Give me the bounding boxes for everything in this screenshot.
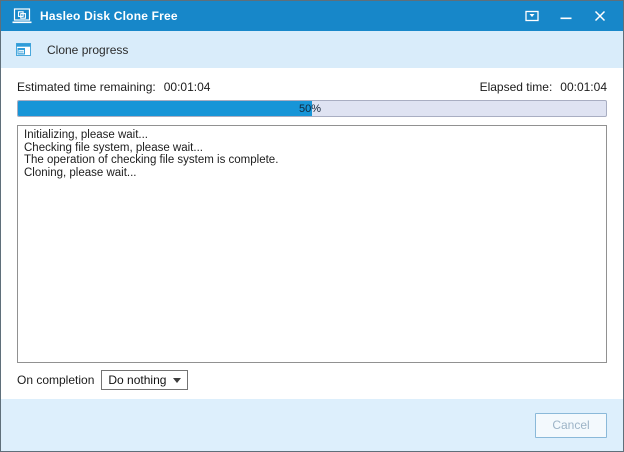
cancel-button[interactable]: Cancel xyxy=(535,412,607,438)
elapsed-time-label: Elapsed time: xyxy=(479,80,553,94)
on-completion-selected: Do nothing xyxy=(108,373,167,387)
minimize-button[interactable] xyxy=(549,1,583,31)
window-menu-icon xyxy=(525,10,539,22)
progress-bar: 50% xyxy=(17,100,607,117)
elapsed-time-value: 00:01:04 xyxy=(560,80,607,94)
titlebar: Hasleo Disk Clone Free xyxy=(1,1,623,31)
footer-bar: Cancel xyxy=(1,399,623,451)
log-line: The operation of checking file system is… xyxy=(24,154,279,166)
estimated-time-value: 00:01:04 xyxy=(163,80,211,94)
page-title: Clone progress xyxy=(47,42,129,57)
close-icon xyxy=(594,10,606,22)
window-menu-button[interactable] xyxy=(515,1,549,31)
close-button[interactable] xyxy=(583,1,617,31)
log-line: Cloning, please wait... xyxy=(24,166,137,179)
window-title: Hasleo Disk Clone Free xyxy=(40,9,178,23)
estimated-time: Estimated time remaining: 00:01:04 xyxy=(17,80,210,95)
progress-fill xyxy=(18,101,312,116)
operation-log[interactable]: Initializing, please wait... Checking fi… xyxy=(17,125,607,363)
on-completion-label: On completion xyxy=(17,373,95,387)
on-completion-row: On completion Do nothing xyxy=(17,370,607,390)
minimize-icon xyxy=(560,10,572,22)
app-icon xyxy=(12,8,32,24)
chevron-down-icon xyxy=(173,377,182,383)
log-line: Initializing, please wait... xyxy=(24,129,149,141)
clone-progress-icon xyxy=(16,43,31,56)
page-header: Clone progress xyxy=(1,31,623,68)
elapsed-time: Elapsed time: 00:01:04 xyxy=(480,80,607,95)
on-completion-dropdown[interactable]: Do nothing xyxy=(101,370,189,390)
main-content: Estimated time remaining: 00:01:04 Elaps… xyxy=(1,68,623,399)
log-line: Checking file system, please wait... xyxy=(24,141,203,154)
estimated-time-label: Estimated time remaining: xyxy=(17,80,156,94)
progress-percent: 50% xyxy=(299,103,322,115)
time-status-row: Estimated time remaining: 00:01:04 Elaps… xyxy=(17,80,607,95)
app-window: Hasleo Disk Clone Free Clone progress Es… xyxy=(0,0,624,452)
